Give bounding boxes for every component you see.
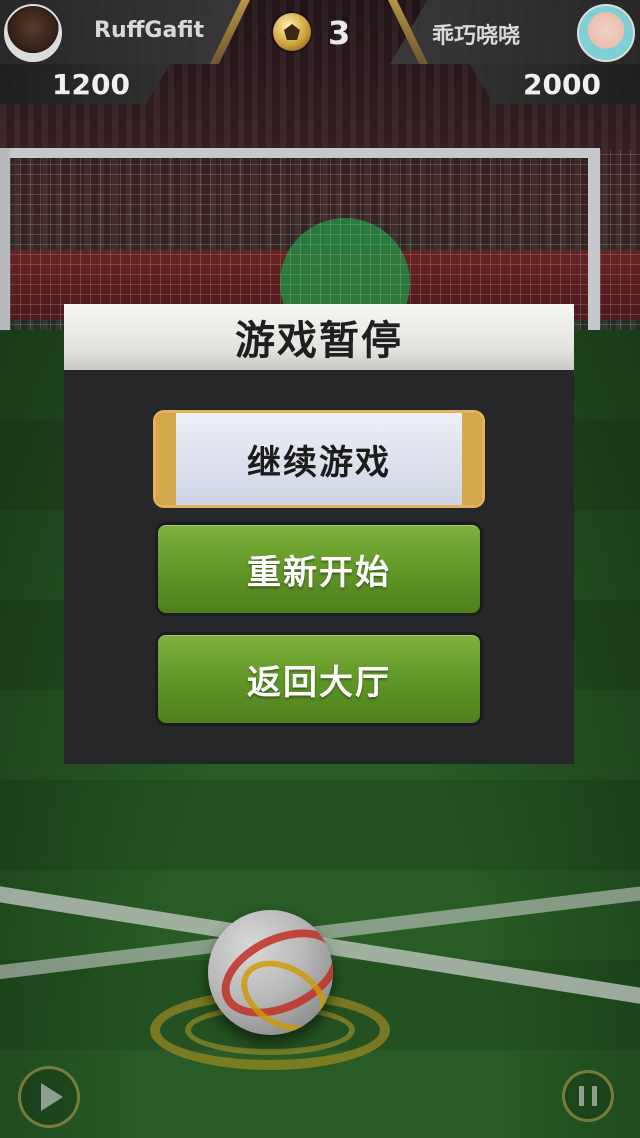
pause-dialog-title: 游戏暂停 xyxy=(235,318,403,364)
return-lobby-button[interactable]: 返回大厅 xyxy=(158,635,480,723)
continue-game-label: 继续游戏 xyxy=(247,442,391,483)
player-left-avatar xyxy=(4,4,62,62)
player-right-avatar xyxy=(577,4,635,62)
continue-game-button[interactable]: 继续游戏 xyxy=(156,413,482,505)
restart-label: 重新开始 xyxy=(247,552,391,593)
pause-button[interactable] xyxy=(562,1070,614,1122)
play-icon xyxy=(41,1083,63,1111)
player-left-name: RuffGafit xyxy=(94,18,205,43)
player-right-name: 乖巧哓哓 xyxy=(432,24,521,49)
player-right-score: 2000 xyxy=(523,68,601,101)
pause-icon xyxy=(579,1086,597,1106)
return-lobby-label: 返回大厅 xyxy=(247,662,391,703)
pause-dialog-header: 游戏暂停 xyxy=(64,304,574,370)
player-left-score: 1200 xyxy=(52,68,130,101)
restart-button[interactable]: 重新开始 xyxy=(158,525,480,613)
play-button[interactable] xyxy=(18,1066,80,1128)
round-counter: 3 xyxy=(328,14,351,52)
soccer-ball-icon xyxy=(273,13,311,51)
